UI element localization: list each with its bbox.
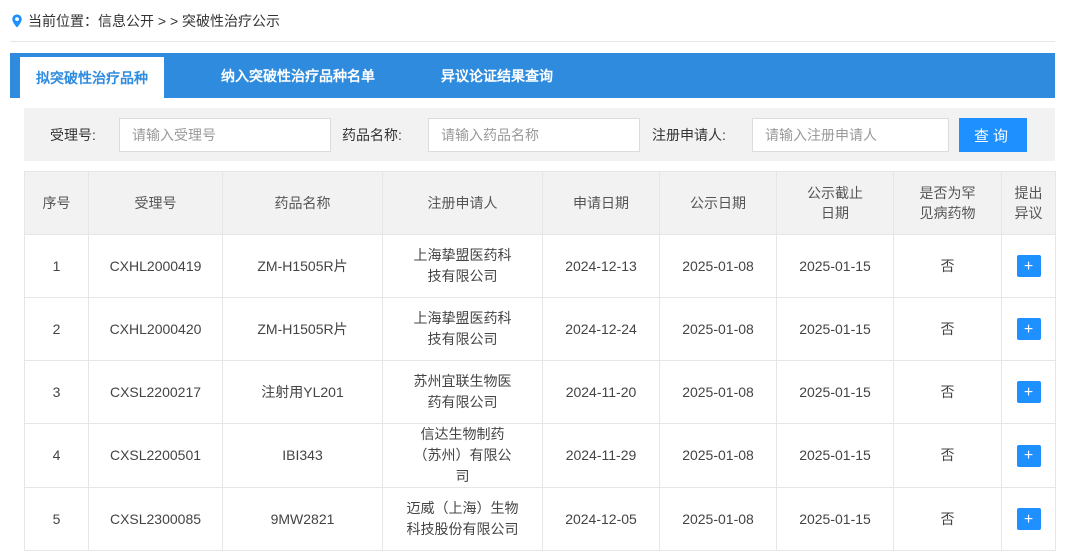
- cell-objection: +: [1001, 487, 1056, 551]
- cell-rare-disease: 否: [893, 487, 1002, 551]
- cell-objection: +: [1001, 234, 1056, 298]
- cell-objection: +: [1001, 297, 1056, 361]
- tab-objection-results[interactable]: 异议论证结果查询: [422, 53, 572, 98]
- col-header-applicant: 注册申请人: [382, 171, 543, 235]
- cell-index: 3: [24, 360, 89, 424]
- drug-name-label: 药品名称:: [342, 126, 402, 143]
- table-row: 4 CXSL2200501 IBI343 信达生物制药（苏州）有限公司 2024…: [24, 423, 1056, 488]
- cell-drug-name: ZM-H1505R片: [222, 234, 383, 298]
- table-header-row: 序号 受理号 药品名称 注册申请人 申请日期 公示日期 公示截止日期 是否为罕见…: [24, 171, 1056, 235]
- applicant-label: 注册申请人:: [652, 126, 726, 143]
- cell-index: 2: [24, 297, 89, 361]
- tab-included-list[interactable]: 纳入突破性治疗品种名单: [200, 53, 396, 98]
- cell-publish-date: 2025-01-08: [659, 234, 777, 298]
- cell-deadline: 2025-01-15: [776, 487, 894, 551]
- plus-icon[interactable]: +: [1016, 255, 1041, 277]
- accept-no-input[interactable]: [119, 118, 331, 152]
- cell-objection: +: [1001, 423, 1056, 488]
- search-bar: 受理号: 药品名称: 注册申请人: 查询: [24, 108, 1055, 161]
- breadcrumb-separator: > >: [154, 12, 183, 29]
- cell-drug-name: 9MW2821: [222, 487, 383, 551]
- cell-drug-name: ZM-H1505R片: [222, 297, 383, 361]
- cell-publish-date: 2025-01-08: [659, 297, 777, 361]
- col-header-deadline: 公示截止日期: [776, 171, 894, 235]
- col-header-objection: 提出异议: [1001, 171, 1056, 235]
- cell-apply-date: 2024-12-24: [542, 297, 660, 361]
- plus-icon[interactable]: +: [1016, 508, 1041, 530]
- cell-rare-disease: 否: [893, 297, 1002, 361]
- cell-applicant: 上海挚盟医药科技有限公司: [382, 234, 543, 298]
- table-row: 5 CXSL2300085 9MW2821 迈威（上海）生物科技股份有限公司 2…: [24, 487, 1056, 551]
- cell-accept-no: CXHL2000419: [88, 234, 223, 298]
- cell-publish-date: 2025-01-08: [659, 487, 777, 551]
- tab-bar: 拟突破性治疗品种 纳入突破性治疗品种名单 异议论证结果查询: [10, 53, 1055, 98]
- cell-applicant: 信达生物制药（苏州）有限公司: [382, 423, 543, 488]
- breadcrumb-item-current: 突破性治疗公示: [182, 12, 281, 29]
- plus-icon[interactable]: +: [1016, 318, 1041, 340]
- breadcrumb-prefix: 当前位置：: [28, 12, 98, 29]
- cell-rare-disease: 否: [893, 360, 1002, 424]
- cell-applicant: 上海挚盟医药科技有限公司: [382, 297, 543, 361]
- plus-icon[interactable]: +: [1016, 444, 1041, 467]
- col-header-accept-no: 受理号: [88, 171, 223, 235]
- cell-accept-no: CXHL2000420: [88, 297, 223, 361]
- col-header-apply-date: 申请日期: [542, 171, 660, 235]
- breadcrumb-item-info[interactable]: 信息公开: [98, 11, 154, 31]
- cell-deadline: 2025-01-15: [776, 423, 894, 488]
- cell-deadline: 2025-01-15: [776, 297, 894, 361]
- cell-index: 4: [24, 423, 89, 488]
- drug-name-input[interactable]: [428, 118, 640, 152]
- cell-deadline: 2025-01-15: [776, 360, 894, 424]
- cell-objection: +: [1001, 360, 1056, 424]
- cell-rare-disease: 否: [893, 423, 1002, 488]
- cell-applicant: 迈威（上海）生物科技股份有限公司: [382, 487, 543, 551]
- tab-proposed-breakthrough[interactable]: 拟突破性治疗品种: [20, 57, 164, 98]
- cell-accept-no: CXSL2200217: [88, 360, 223, 424]
- col-header-publish-date: 公示日期: [659, 171, 777, 235]
- table-row: 1 CXHL2000419 ZM-H1505R片 上海挚盟医药科技有限公司 20…: [24, 234, 1056, 298]
- results-table: 序号 受理号 药品名称 注册申请人 申请日期 公示日期 公示截止日期 是否为罕见…: [24, 171, 1056, 551]
- cell-apply-date: 2024-11-29: [542, 423, 660, 488]
- cell-index: 5: [24, 487, 89, 551]
- cell-publish-date: 2025-01-08: [659, 360, 777, 424]
- table-row: 3 CXSL2200217 注射用YL201 苏州宜联生物医药有限公司 2024…: [24, 360, 1056, 424]
- cell-apply-date: 2024-11-20: [542, 360, 660, 424]
- cell-rare-disease: 否: [893, 234, 1002, 298]
- cell-apply-date: 2024-12-05: [542, 487, 660, 551]
- search-button[interactable]: 查询: [959, 118, 1027, 152]
- cell-apply-date: 2024-12-13: [542, 234, 660, 298]
- cell-publish-date: 2025-01-08: [659, 423, 777, 488]
- cell-drug-name: IBI343: [222, 423, 383, 488]
- cell-deadline: 2025-01-15: [776, 234, 894, 298]
- col-header-drug-name: 药品名称: [222, 171, 383, 235]
- col-header-rare-disease: 是否为罕见病药物: [893, 171, 1002, 235]
- table-row: 2 CXHL2000420 ZM-H1505R片 上海挚盟医药科技有限公司 20…: [24, 297, 1056, 361]
- breadcrumb: 当前位置： 信息公开 > > 突破性治疗公示: [10, 0, 1055, 42]
- cell-applicant: 苏州宜联生物医药有限公司: [382, 360, 543, 424]
- applicant-input[interactable]: [752, 118, 949, 152]
- location-pin-icon: [12, 14, 22, 27]
- cell-accept-no: CXSL2200501: [88, 423, 223, 488]
- cell-accept-no: CXSL2300085: [88, 487, 223, 551]
- cell-drug-name: 注射用YL201: [222, 360, 383, 424]
- plus-icon[interactable]: +: [1016, 381, 1041, 403]
- accept-no-label: 受理号:: [50, 126, 96, 143]
- col-header-index: 序号: [24, 171, 89, 235]
- cell-index: 1: [24, 234, 89, 298]
